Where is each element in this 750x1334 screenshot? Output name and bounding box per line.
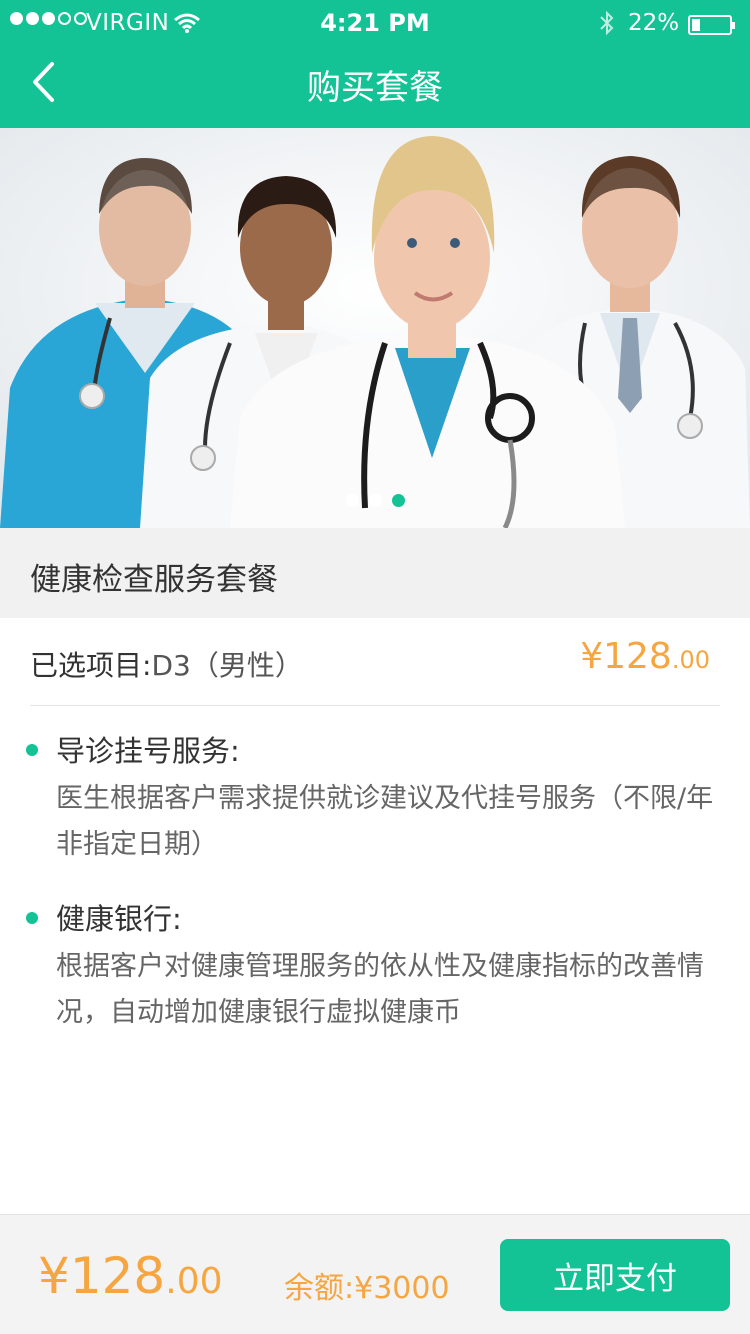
pager-dot[interactable] [345, 494, 359, 507]
status-bar: VIRGIN 4:21 PM 22% [0, 0, 750, 46]
selected-item-row: 已选项目:D3（男性） ¥128.00 [30, 618, 720, 706]
bluetooth-icon [598, 10, 616, 42]
doctors-team-image [0, 128, 750, 528]
package-band: 健康检查服务套餐 [0, 528, 750, 618]
bullet-dot [26, 744, 38, 756]
header: VIRGIN 4:21 PM 22% 购买套餐 [0, 0, 750, 128]
total-price: ¥128.00 [38, 1247, 223, 1305]
pager-dot[interactable] [391, 494, 405, 507]
pager-dot[interactable] [368, 494, 382, 507]
package-title: 健康检查服务套餐 [30, 562, 278, 598]
battery-icon [688, 15, 735, 35]
selected-value: D3（男性） [151, 649, 303, 682]
battery-percent: 22% [628, 10, 680, 36]
selected-price: ¥128.00 [580, 636, 710, 677]
selected-label: 已选项目: [30, 649, 152, 682]
carousel-pager[interactable] [0, 494, 750, 507]
total-price-symbol: ¥ [38, 1247, 70, 1305]
price-symbol: ¥ [580, 636, 604, 677]
pay-now-button[interactable]: 立即支付 [500, 1239, 730, 1311]
bullet-dot [26, 912, 38, 924]
balance-text: 余额:¥3000 [284, 1271, 450, 1306]
service-title: 导诊挂号服务: [56, 734, 240, 768]
service-desc: 医生根据客户需求提供就诊建议及代挂号服务（不限/年 非指定日期） [56, 783, 714, 860]
price-dec: .00 [671, 646, 710, 674]
total-price-dec: .00 [165, 1261, 223, 1302]
service-desc: 根据客户对健康管理服务的依从性及健康指标的改善情况，自动增加健康银行虚拟健康币 [56, 951, 704, 1028]
total-price-int: 128 [69, 1247, 166, 1305]
banner-carousel[interactable] [0, 128, 750, 528]
price-int: 128 [603, 636, 672, 677]
nav-bar: 购买套餐 [0, 46, 750, 128]
page-title: 购买套餐 [307, 68, 443, 108]
service-title: 健康银行: [56, 902, 182, 936]
checkout-footer: ¥128.00 余额:¥3000 立即支付 [0, 1214, 750, 1334]
